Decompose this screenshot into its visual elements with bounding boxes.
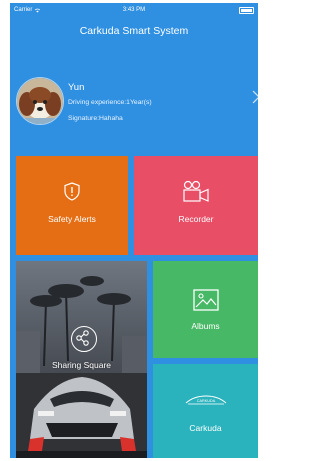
safety-alerts-label: Safety Alerts	[48, 214, 96, 224]
sharing-square-label: Sharing Square	[51, 360, 112, 370]
page-title: Carkuda Smart System	[79, 25, 189, 37]
carkuda-label: Carkuda	[189, 423, 222, 433]
chevron-right-icon[interactable]	[252, 90, 258, 104]
status-time: 3:43 PM	[122, 7, 146, 13]
share-icon	[76, 330, 89, 346]
carkuda-logo-icon: CARKUDA	[185, 395, 226, 405]
profile-name: Yun	[68, 82, 85, 93]
sharing-square-tile[interactable]: Sharing Square	[16, 261, 147, 458]
profile-signature: Signature:Hahaha	[68, 115, 123, 122]
app-screen: Carrier 3:43 PM Carkuda Smart System Yun…	[10, 3, 258, 458]
profile-card[interactable]: Yun Driving experience:1Year(s) Signatur…	[10, 75, 258, 137]
share-button-circle[interactable]	[71, 326, 97, 352]
shield-alert-icon	[64, 182, 80, 201]
safety-alerts-tile[interactable]: Safety Alerts	[16, 156, 128, 255]
video-camera-icon	[183, 180, 209, 202]
recorder-tile[interactable]: Recorder	[134, 156, 258, 255]
status-bar: Carrier 3:43 PM	[10, 3, 258, 17]
battery-icon	[239, 7, 254, 14]
image-icon	[192, 289, 219, 311]
carkuda-logo-text: CARKUDA	[196, 399, 215, 403]
avatar[interactable]	[16, 77, 64, 125]
albums-tile[interactable]: Albums	[153, 261, 258, 358]
carkuda-tile[interactable]: CARKUDA Carkuda	[153, 364, 258, 458]
puppy-avatar-icon	[17, 78, 63, 124]
albums-label: Albums	[191, 321, 220, 331]
profile-driving-experience: Driving experience:1Year(s)	[68, 99, 152, 106]
recorder-label: Recorder	[178, 214, 214, 224]
